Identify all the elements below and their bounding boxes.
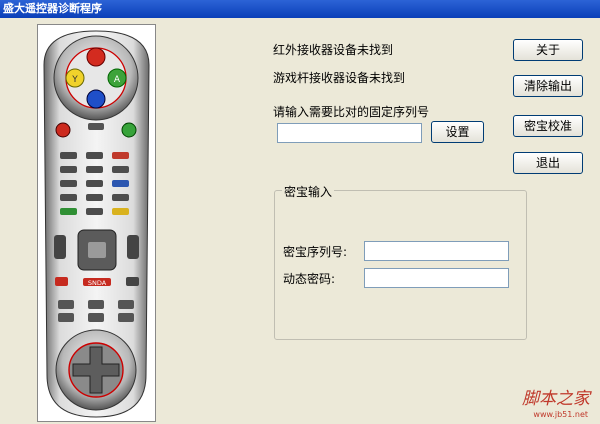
dynamic-password-input[interactable]: [364, 268, 509, 288]
about-button[interactable]: 关于: [513, 39, 583, 61]
top-dpad: Y A: [53, 35, 139, 121]
token-serial-input[interactable]: [364, 241, 509, 261]
gamepad-receiver-status: 游戏杆接收器设备未找到: [273, 71, 406, 85]
watermark-url: www.jb51.net: [533, 410, 588, 419]
set-button[interactable]: 设置: [431, 121, 484, 143]
menu-key: [88, 123, 104, 130]
watermark-logo: 脚本之家: [522, 389, 590, 409]
serial-prompt: 请输入需要比对的固定序列号: [273, 105, 430, 119]
serial-input[interactable]: [277, 123, 422, 143]
token-serial-label: 密宝序列号:: [283, 245, 348, 259]
svg-text:A: A: [114, 75, 121, 85]
power-icon: [55, 122, 71, 138]
token-input-group: 密宝输入: [274, 183, 527, 340]
clear-output-button[interactable]: 清除输出: [513, 75, 583, 97]
token-group-title: 密宝输入: [282, 183, 335, 200]
title-bar: 盛大遥控器诊断程序: [0, 0, 600, 18]
ir-receiver-status: 红外接收器设备未找到: [273, 43, 394, 57]
token-calibrate-button[interactable]: 密宝校准: [513, 115, 583, 137]
svg-text:Y: Y: [71, 75, 78, 85]
bottom-dpad: [55, 329, 137, 411]
dynamic-password-label: 动态密码:: [283, 272, 336, 286]
client-area: Y A SNDA 红外接收器设备未找到 游戏杆接收器设备未找到 请输入需要比对的…: [0, 18, 600, 422]
remote-brand: SNDA: [88, 279, 107, 287]
remote-illustration: Y A SNDA: [37, 24, 156, 422]
exit-button[interactable]: 退出: [513, 152, 583, 174]
window-title: 盛大遥控器诊断程序: [3, 2, 102, 15]
remote-image: Y A SNDA: [43, 30, 150, 418]
